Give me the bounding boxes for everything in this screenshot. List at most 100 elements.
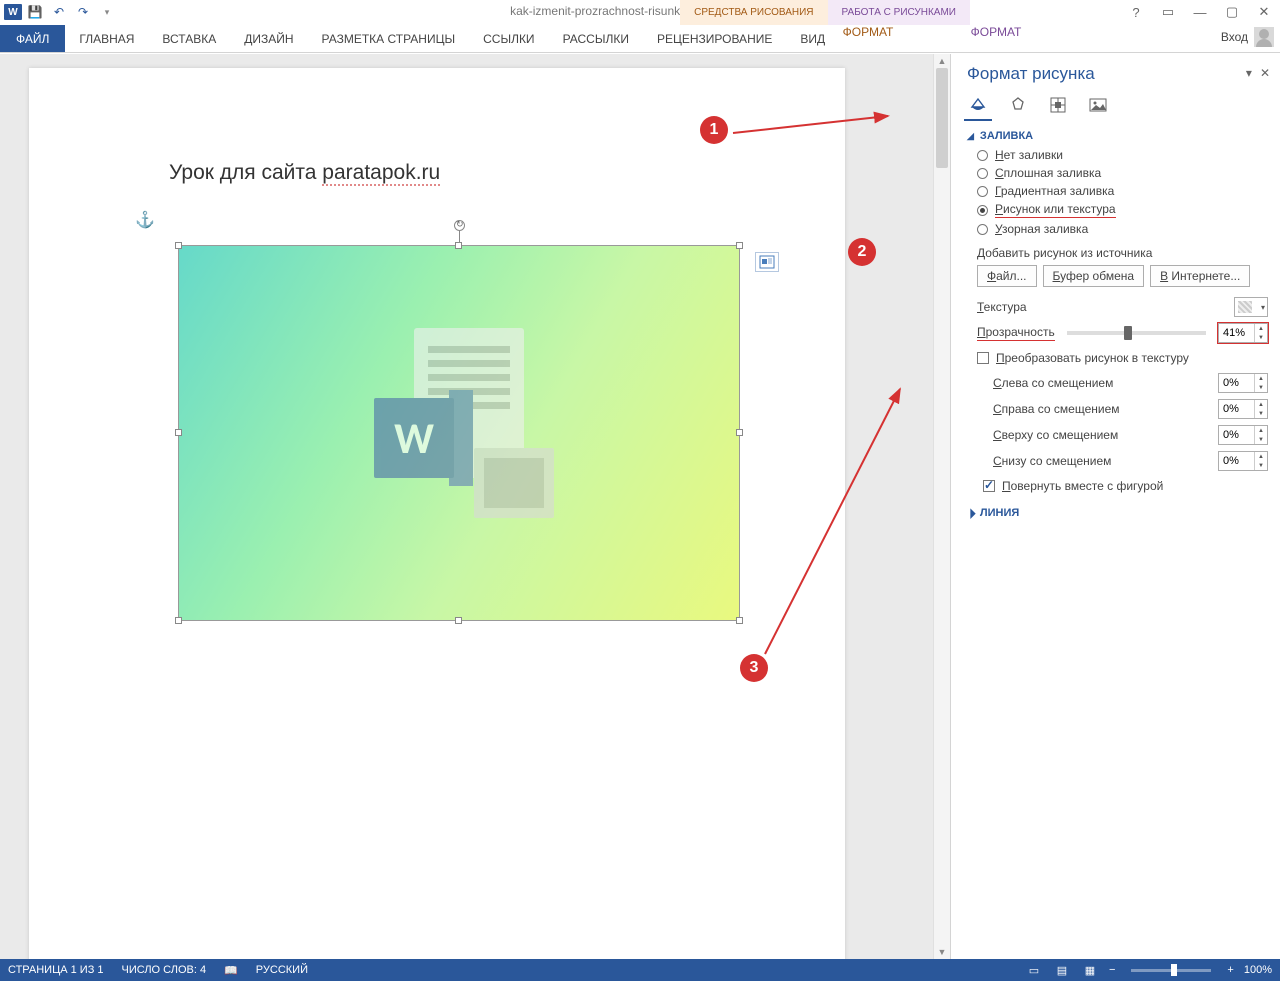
login-link[interactable]: Вход	[1221, 30, 1248, 44]
tab-file[interactable]: ФАЙЛ	[0, 25, 65, 52]
offset-bottom-input[interactable]: ▲▼	[1218, 451, 1268, 471]
selected-shape[interactable]: W	[179, 246, 739, 620]
tab-mailings[interactable]: РАССЫЛКИ	[549, 25, 643, 52]
radio-picture-fill[interactable]: Рисунок или текстура	[977, 202, 1268, 218]
expand-icon: ◢	[964, 507, 977, 520]
status-language[interactable]: РУССКИЙ	[256, 964, 308, 976]
section-line-label: ЛИНИЯ	[980, 507, 1019, 519]
zoom-slider[interactable]	[1131, 969, 1211, 972]
redo-icon[interactable]: ↷	[72, 1, 94, 23]
collapse-icon: ◢	[967, 131, 974, 142]
resize-handle-bl[interactable]	[175, 617, 182, 624]
slider-thumb[interactable]	[1124, 326, 1132, 340]
section-fill-header[interactable]: ◢ ЗАЛИВКА	[967, 130, 1268, 142]
status-proofing-icon[interactable]: 📖	[224, 964, 238, 977]
transparency-slider[interactable]	[1067, 331, 1206, 335]
offset-left-label: Слева со смещением	[993, 376, 1133, 390]
view-read-icon[interactable]: ▭	[1025, 962, 1043, 978]
transparency-label: Прозрачность	[977, 325, 1055, 341]
effects-tab-icon[interactable]	[1007, 94, 1029, 116]
tab-design[interactable]: ДИЗАЙН	[230, 25, 307, 52]
texture-dropdown[interactable]	[1234, 297, 1268, 317]
vertical-scrollbar[interactable]: ▲ ▼	[933, 54, 950, 959]
offset-top-input[interactable]: ▲▼	[1218, 425, 1268, 445]
tile-checkbox[interactable]	[977, 352, 989, 364]
spin-down-icon[interactable]: ▼	[1255, 333, 1267, 342]
page-heading-prefix: Урок для сайта	[169, 161, 322, 184]
rotate-with-shape-checkbox[interactable]	[983, 480, 995, 492]
radio-gradient-fill[interactable]: Градиентная заливка	[977, 184, 1268, 198]
avatar-icon[interactable]	[1254, 27, 1274, 47]
zoom-level[interactable]: 100%	[1244, 964, 1272, 976]
tab-insert[interactable]: ВСТАВКА	[148, 25, 230, 52]
pane-close-icon[interactable]: ✕	[1260, 66, 1270, 80]
spin-up-icon[interactable]: ▲	[1255, 324, 1267, 333]
zoom-thumb[interactable]	[1171, 964, 1177, 976]
pane-menu-icon[interactable]: ▾	[1246, 66, 1252, 80]
resize-handle-bm[interactable]	[455, 617, 462, 624]
scroll-down-icon[interactable]: ▼	[934, 945, 950, 959]
radio-pattern-fill[interactable]: Узорная заливка	[977, 222, 1268, 236]
tab-home[interactable]: ГЛАВНАЯ	[65, 25, 148, 52]
status-page[interactable]: СТРАНИЦА 1 ИЗ 1	[8, 964, 104, 976]
offset-left-input[interactable]: ▲▼	[1218, 373, 1268, 393]
section-line-header[interactable]: ◢ ЛИНИЯ	[967, 507, 1268, 519]
anchor-icon[interactable]: ⚓	[135, 210, 155, 230]
insert-online-button[interactable]: В Интернете...	[1150, 265, 1250, 287]
fill-line-tab-icon[interactable]	[967, 94, 989, 116]
titlebar: W 💾 ↶ ↷ ▾ kak-izmenit-prozrachnost-risun…	[0, 0, 1280, 25]
minimize-icon[interactable]: —	[1188, 2, 1212, 22]
status-bar: СТРАНИЦА 1 ИЗ 1 ЧИСЛО СЛОВ: 4 📖 РУССКИЙ …	[0, 959, 1280, 981]
help-icon[interactable]: ?	[1124, 2, 1148, 22]
format-picture-pane: Формат рисунка ▾ ✕ ◢ ЗАЛИВКА Нет заливки	[950, 54, 1280, 959]
view-print-icon[interactable]: ▤	[1053, 962, 1071, 978]
tab-pagelayout[interactable]: РАЗМЕТКА СТРАНИЦЫ	[308, 25, 470, 52]
resize-handle-tl[interactable]	[175, 242, 182, 249]
offset-right-input[interactable]: ▲▼	[1218, 399, 1268, 419]
texture-label: Текстура	[977, 300, 1027, 314]
selection-outline	[178, 245, 740, 621]
radio-solid-fill[interactable]: Сплошная заливка	[977, 166, 1268, 180]
insert-clipboard-button[interactable]: Буфер обмена	[1043, 265, 1145, 287]
section-fill-label: ЗАЛИВКА	[980, 130, 1033, 142]
annotation-3: 3	[740, 654, 768, 682]
zoom-out-icon[interactable]: −	[1109, 964, 1115, 976]
close-icon[interactable]: ✕	[1252, 2, 1276, 22]
document-viewport: Урок для сайта paratapok.ru ⚓ W	[0, 54, 933, 959]
resize-handle-tm[interactable]	[455, 242, 462, 249]
insert-file-button[interactable]: Файл...	[977, 265, 1037, 287]
document-page: Урок для сайта paratapok.ru ⚓ W	[29, 68, 845, 959]
annotation-1: 1	[700, 116, 728, 144]
qat-customize-icon[interactable]: ▾	[96, 1, 118, 23]
undo-icon[interactable]: ↶	[48, 1, 70, 23]
word-logo-icon: W	[4, 4, 22, 20]
maximize-icon[interactable]: ▢	[1220, 2, 1244, 22]
picture-tab-icon[interactable]	[1087, 94, 1109, 116]
resize-handle-lm[interactable]	[175, 429, 182, 436]
tab-review[interactable]: РЕЦЕНЗИРОВАНИЕ	[643, 25, 786, 52]
pane-title: Формат рисунка	[967, 64, 1268, 84]
save-icon[interactable]: 💾	[24, 1, 46, 23]
layout-options-button[interactable]	[755, 252, 779, 272]
ctx-tab-picture: РАБОТА С РИСУНКАМИ	[828, 0, 970, 25]
tab-format-picture[interactable]: ФОРМАТ	[932, 25, 1060, 39]
zoom-in-icon[interactable]: +	[1227, 964, 1233, 976]
resize-handle-rm[interactable]	[736, 429, 743, 436]
rotate-connector	[459, 231, 460, 242]
resize-handle-br[interactable]	[736, 617, 743, 624]
transparency-value[interactable]	[1219, 327, 1253, 339]
layout-tab-icon[interactable]	[1047, 94, 1069, 116]
ribbon-tabs: ФАЙЛ ГЛАВНАЯ ВСТАВКА ДИЗАЙН РАЗМЕТКА СТР…	[0, 25, 1280, 53]
transparency-input[interactable]: ▲▼	[1218, 323, 1268, 343]
ribbon-display-icon[interactable]: ▭	[1156, 2, 1180, 22]
resize-handle-tr[interactable]	[736, 242, 743, 249]
tile-label: Преобразовать рисунок в текстуру	[996, 351, 1189, 365]
scroll-up-icon[interactable]: ▲	[934, 54, 950, 68]
scroll-thumb[interactable]	[936, 68, 948, 168]
status-wordcount[interactable]: ЧИСЛО СЛОВ: 4	[122, 964, 207, 976]
tab-references[interactable]: ССЫЛКИ	[469, 25, 548, 52]
rotate-handle[interactable]	[454, 220, 465, 231]
view-web-icon[interactable]: ▦	[1081, 962, 1099, 978]
tab-format-drawing[interactable]: ФОРМАТ	[804, 25, 932, 39]
radio-no-fill[interactable]: Нет заливки	[977, 148, 1268, 162]
